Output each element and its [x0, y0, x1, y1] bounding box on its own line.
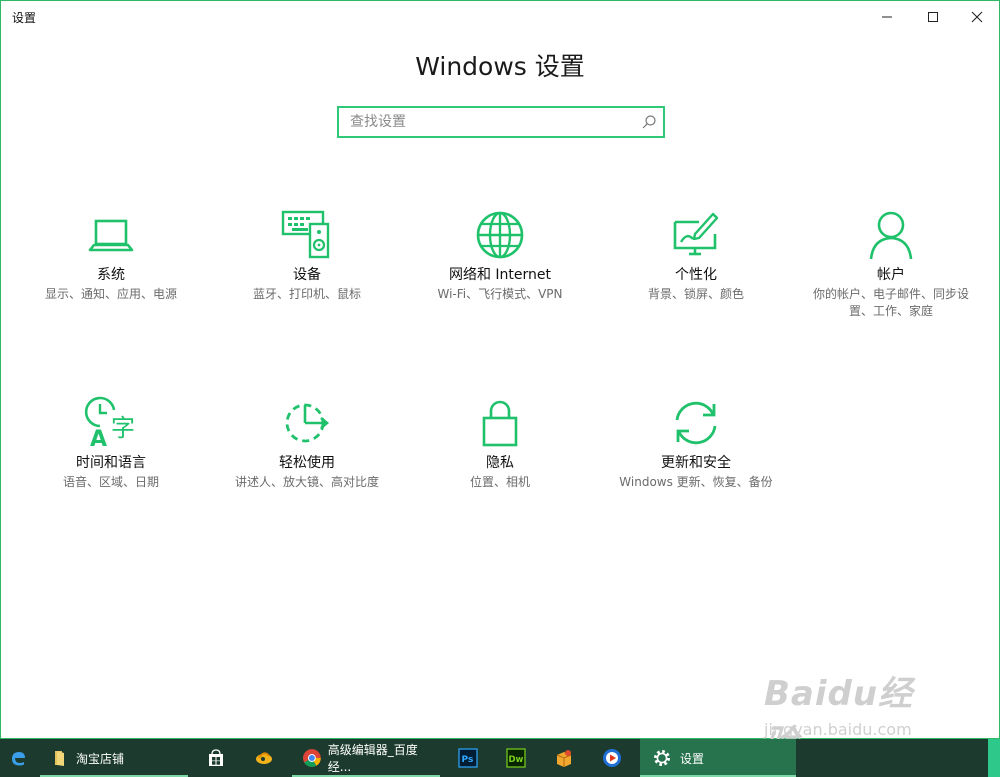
maximize-icon: [928, 12, 938, 22]
title-bar[interactable]: 设置: [1, 1, 999, 33]
person-icon: [869, 211, 913, 260]
tile-label: 个性化: [675, 267, 717, 283]
edge-icon: [12, 752, 25, 766]
tile-description: 背景、锁屏、颜色: [647, 287, 744, 301]
show-desktop-button[interactable]: [988, 739, 1000, 777]
app-swirl-icon: [256, 752, 272, 764]
paint-icon: [673, 212, 719, 256]
search-box[interactable]: [337, 106, 665, 138]
taskbar-label: 设置: [680, 751, 705, 766]
tile-label: 更新和安全: [661, 455, 731, 471]
dreamweaver-icon: Dw: [506, 748, 526, 768]
taskbar-package-app[interactable]: [544, 739, 584, 777]
tile-label: 设备: [293, 267, 321, 283]
chrome-icon: [302, 749, 321, 767]
photoshop-icon: Ps: [458, 748, 478, 768]
taskbar: 淘宝店铺 高级编辑器_百度经... Ps Dw 设置: [0, 739, 1000, 777]
minimize-button[interactable]: [864, 1, 910, 33]
folder-icon: [55, 751, 64, 766]
tile-label: 系统: [97, 267, 125, 283]
minimize-icon: [882, 16, 892, 18]
ease-of-access-icon: [285, 403, 330, 443]
tile-description: Windows 更新、恢复、备份: [619, 475, 773, 489]
tile-description: 讲述人、放大镜、高对比度: [234, 475, 379, 489]
tile-time-language[interactable]: A 字 时间和语言 语音、区域、日期: [16, 396, 206, 489]
taskbar-dreamweaver[interactable]: Dw: [496, 739, 536, 777]
settings-window: 设置 Windows 设置 系统 显示、通知、应用、电源: [0, 0, 1000, 739]
taskbar-item-settings[interactable]: 设置: [640, 739, 796, 777]
devices-icon: [281, 210, 330, 259]
tile-network[interactable]: 网络和 Internet Wi-Fi、飞行模式、VPN: [405, 208, 595, 301]
svg-text:字: 字: [111, 414, 135, 442]
svg-text:Ps: Ps: [462, 755, 474, 765]
sync-icon: [675, 401, 717, 445]
tile-label: 时间和语言: [76, 455, 146, 471]
taskbar-item-chrome[interactable]: 高级编辑器_百度经...: [292, 739, 440, 777]
package-icon: [556, 750, 572, 767]
tile-label: 隐私: [486, 455, 514, 471]
tile-description: 显示、通知、应用、电源: [44, 287, 177, 301]
tile-update-security[interactable]: 更新和安全 Windows 更新、恢复、备份: [601, 396, 791, 506]
svg-text:Dw: Dw: [509, 755, 524, 765]
search-icon[interactable]: [641, 114, 657, 130]
store-icon: [209, 749, 223, 766]
maximize-button[interactable]: [910, 1, 956, 33]
tile-personalization[interactable]: 个性化 背景、锁屏、颜色: [601, 208, 791, 301]
tile-description: 你的帐户、电子邮件、同步设置、工作、家庭: [812, 287, 969, 318]
tile-devices[interactable]: 设备 蓝牙、打印机、鼠标: [212, 208, 402, 301]
taskbar-item-taobao[interactable]: 淘宝店铺: [40, 739, 188, 777]
tile-label: 轻松使用: [279, 455, 335, 471]
taskbar-app-yellow[interactable]: [244, 739, 284, 777]
taskbar-label: 淘宝店铺: [76, 751, 125, 766]
gear-icon: [654, 750, 670, 766]
time-language-icon: A 字: [84, 396, 135, 450]
window-title: 设置: [12, 11, 37, 25]
taskbar-edge[interactable]: [0, 739, 36, 777]
tile-system[interactable]: 系统 显示、通知、应用、电源: [16, 208, 206, 301]
tile-label: 网络和 Internet: [448, 267, 552, 283]
close-button[interactable]: [954, 1, 1000, 33]
tile-accounts[interactable]: 帐户 你的帐户、电子邮件、同步设置、工作、家庭: [796, 208, 986, 318]
svg-text:A: A: [90, 427, 107, 450]
taskbar-label: 高级编辑器_百度经...: [327, 743, 418, 774]
watermark-url: jingyan.baidu.com: [764, 720, 912, 739]
lock-icon: [482, 400, 518, 447]
tile-description: 位置、相机: [469, 475, 530, 489]
search-input[interactable]: [339, 108, 629, 136]
tile-description: 蓝牙、打印机、鼠标: [252, 287, 361, 301]
page-title: Windows 设置: [415, 52, 585, 81]
taskbar-photoshop[interactable]: Ps: [448, 739, 488, 777]
close-icon: [971, 11, 983, 23]
tile-ease-of-access[interactable]: 轻松使用 讲述人、放大镜、高对比度: [212, 396, 402, 489]
laptop-icon: [88, 219, 134, 252]
taskbar-store[interactable]: [196, 739, 236, 777]
tile-privacy[interactable]: 隐私 位置、相机: [405, 396, 595, 489]
play-icon: [603, 749, 621, 767]
globe-icon: [476, 211, 524, 259]
tile-description: 语音、区域、日期: [62, 475, 159, 489]
tile-label: 帐户: [877, 267, 905, 283]
tile-description: Wi-Fi、飞行模式、VPN: [437, 287, 563, 301]
taskbar-media-player[interactable]: [592, 739, 632, 777]
